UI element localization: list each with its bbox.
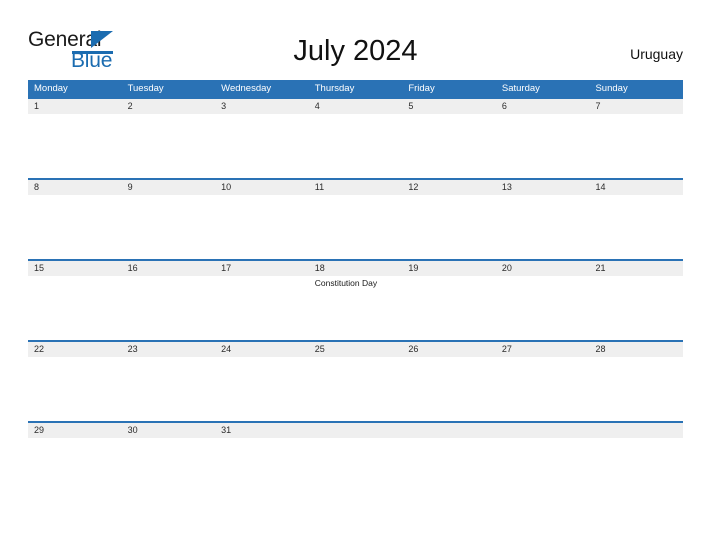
week-date-band: 22 23 24 25 26 27 28 [28,340,683,357]
week-event-band: Constitution Day [28,276,683,336]
page-header: General Blue July 2024 Uruguay [28,28,683,74]
day-number[interactable]: 23 [122,342,216,357]
day-event [215,438,309,498]
day-number[interactable]: 14 [589,180,683,195]
day-number [496,423,590,438]
day-event [402,195,496,255]
day-event [496,357,590,417]
day-event [496,195,590,255]
day-number[interactable]: 11 [309,180,403,195]
day-number[interactable]: 3 [215,99,309,114]
day-event [589,195,683,255]
week-event-band [28,438,683,498]
day-event [215,276,309,336]
day-number [589,423,683,438]
week-event-band [28,357,683,417]
day-event [215,114,309,174]
day-number [402,423,496,438]
calendar-week-row: 22 23 24 25 26 27 28 [28,340,683,421]
day-number[interactable]: 16 [122,261,216,276]
day-number[interactable]: 2 [122,99,216,114]
weekday-header-sunday: Sunday [595,83,628,94]
day-event [122,276,216,336]
weekday-header-wednesday: Wednesday [221,83,272,94]
day-event [122,438,216,498]
calendar-week-row: 1 2 3 4 5 6 7 [28,97,683,178]
day-event [589,114,683,174]
day-event [122,114,216,174]
day-event [309,114,403,174]
day-number[interactable]: 13 [496,180,590,195]
weekday-header-tuesday: Tuesday [127,83,164,94]
calendar-grid: Monday Tuesday Wednesday Thursday Friday… [28,80,683,502]
day-number[interactable]: 27 [496,342,590,357]
day-event [496,114,590,174]
day-event [402,114,496,174]
week-date-band: 1 2 3 4 5 6 7 [28,97,683,114]
day-number[interactable]: 30 [122,423,216,438]
calendar-week-row: 8 9 10 11 12 13 14 [28,178,683,259]
day-event [215,195,309,255]
day-number[interactable]: 26 [402,342,496,357]
day-event [122,195,216,255]
day-number[interactable]: 24 [215,342,309,357]
day-event [589,438,683,498]
day-number [309,423,403,438]
calendar-week-row: 29 30 31 [28,421,683,502]
day-number[interactable]: 10 [215,180,309,195]
day-event [402,357,496,417]
day-event [28,195,122,255]
day-event [215,357,309,417]
page-title: July 2024 [293,35,418,67]
day-event [496,438,590,498]
day-event [402,438,496,498]
day-number[interactable]: 9 [122,180,216,195]
day-event [589,276,683,336]
day-number[interactable]: 17 [215,261,309,276]
calendar-page: General Blue July 2024 Uruguay Monday Tu… [0,0,712,550]
calendar-week-row: 15 16 17 18 19 20 21 Constitution Day [28,259,683,340]
day-number[interactable]: 25 [309,342,403,357]
day-number[interactable]: 29 [28,423,122,438]
day-number[interactable]: 12 [402,180,496,195]
day-number[interactable]: 5 [402,99,496,114]
weekday-header-monday: Monday [34,83,68,94]
week-date-band: 29 30 31 [28,421,683,438]
day-number[interactable]: 7 [589,99,683,114]
day-event [28,114,122,174]
weekday-header-saturday: Saturday [501,83,540,94]
week-date-band: 15 16 17 18 19 20 21 [28,259,683,276]
day-event [309,357,403,417]
region-label: Uruguay [630,46,683,62]
day-event [28,276,122,336]
week-date-band: 8 9 10 11 12 13 14 [28,178,683,195]
day-number[interactable]: 20 [496,261,590,276]
day-event-constitution-day: Constitution Day [314,278,378,288]
day-number[interactable]: 19 [402,261,496,276]
day-event [28,357,122,417]
day-number[interactable]: 4 [309,99,403,114]
weekday-header-thursday: Thursday [314,83,355,94]
day-event [122,357,216,417]
day-number[interactable]: 18 [309,261,403,276]
weekday-header-row: Monday Tuesday Wednesday Thursday Friday… [28,80,683,97]
day-number[interactable]: 8 [28,180,122,195]
day-number[interactable]: 15 [28,261,122,276]
day-number[interactable]: 1 [28,99,122,114]
day-number[interactable]: 28 [589,342,683,357]
weekday-header-friday: Friday [408,83,435,94]
day-event [309,195,403,255]
day-event [402,276,496,336]
week-event-band [28,114,683,174]
day-event [589,357,683,417]
day-number[interactable]: 22 [28,342,122,357]
day-event [496,276,590,336]
week-event-band [28,195,683,255]
day-event [28,438,122,498]
day-number[interactable]: 6 [496,99,590,114]
day-number[interactable]: 31 [215,423,309,438]
day-number[interactable]: 21 [589,261,683,276]
day-event [309,438,403,498]
